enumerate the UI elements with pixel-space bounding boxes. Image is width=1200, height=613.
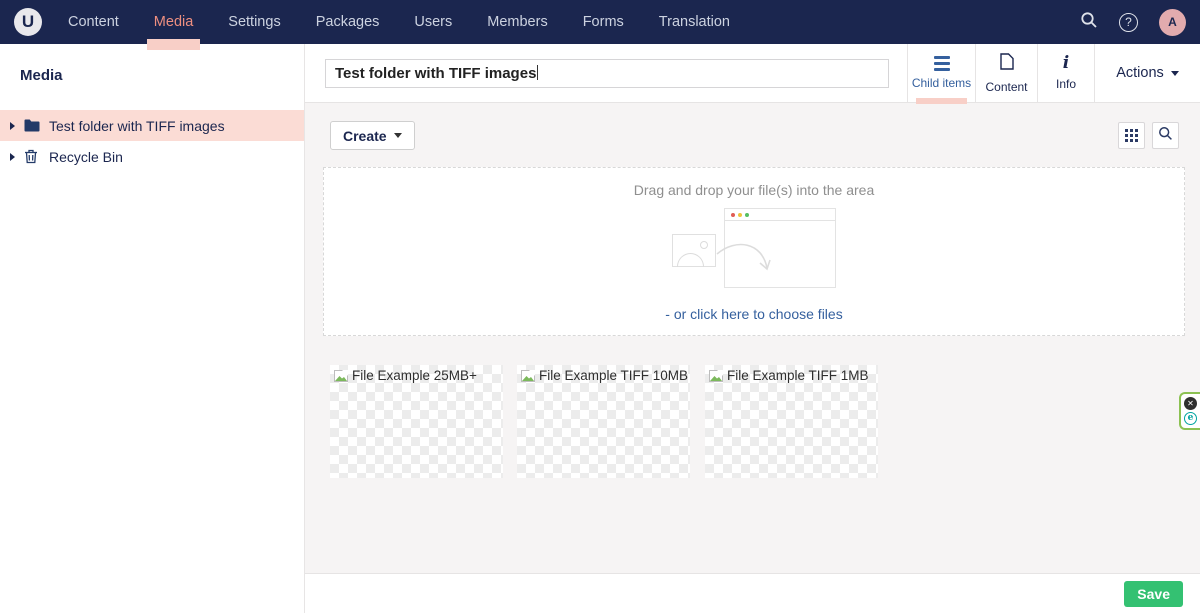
nav-right-tools: ? A [1080,9,1186,36]
media-alt-text: File Example TIFF 1MB [727,368,869,384]
tab-child-items[interactable]: Child items [907,44,975,102]
yellow-dot-icon [738,213,742,217]
text-cursor [537,65,538,80]
tree-item-test-folder[interactable]: Test folder with TIFF images [0,110,304,141]
tab-label: Content [985,80,1027,94]
search-media-button[interactable] [1152,122,1179,149]
grid-icon [1125,129,1139,143]
green-dot-icon [745,213,749,217]
nav-item-members[interactable]: Members [487,0,547,44]
nav-item-content[interactable]: Content [68,0,119,44]
trash-icon [24,149,40,165]
broken-image-icon [520,368,536,389]
nav-item-settings[interactable]: Settings [228,0,280,44]
media-card[interactable]: File Example TIFF 1MB [705,365,878,478]
save-button[interactable]: Save [1124,581,1183,607]
extension-overlay: ✕ e [1179,392,1200,430]
info-icon: i [1063,55,1069,72]
dropzone-title: Drag and drop your file(s) into the area [324,182,1184,198]
media-alt-text: File Example 25MB+ [352,368,477,384]
choose-files-link[interactable]: - or click here to choose files [324,306,1184,322]
media-card[interactable]: File Example 25MB+ [330,365,503,478]
drop-arrow-icon [714,240,780,282]
tree-item-label: Test folder with TIFF images [49,118,225,134]
chevron-down-icon [394,133,402,138]
nav-item-packages[interactable]: Packages [316,0,380,44]
broken-image-icon [333,368,349,389]
help-icon[interactable]: ? [1119,13,1138,32]
grid-view-button[interactable] [1118,122,1145,149]
top-nav: U Content Media Settings Packages Users … [0,0,1200,44]
document-icon [1000,53,1014,75]
tree-item-recycle-bin[interactable]: Recycle Bin [0,141,304,172]
broken-image-icon [708,368,724,389]
expand-caret-icon[interactable] [10,153,15,161]
tab-label: Child items [912,76,971,90]
extension-logo-icon[interactable]: e [1184,412,1197,425]
image-placeholder-graphic [672,234,716,267]
tab-label: Info [1056,77,1076,91]
nav-item-forms[interactable]: Forms [583,0,624,44]
close-icon[interactable]: ✕ [1184,397,1197,410]
dropzone-illustration [672,208,836,294]
tree-item-label: Recycle Bin [49,149,123,165]
file-dropzone[interactable]: Drag and drop your file(s) into the area… [323,167,1185,336]
nav-item-media[interactable]: Media [154,0,194,44]
expand-caret-icon[interactable] [10,122,15,130]
content-header: Test folder with TIFF images Child items… [305,44,1200,103]
search-icon[interactable] [1080,11,1098,34]
search-icon [1158,126,1173,146]
tab-info[interactable]: i Info [1037,44,1095,102]
actions-dropdown[interactable]: Actions [1095,44,1200,102]
sidebar-section-title: Media [20,67,304,84]
chevron-down-icon [1171,71,1179,76]
avatar[interactable]: A [1159,9,1186,36]
media-name-value: Test folder with TIFF images [335,65,536,82]
folder-icon [24,118,40,134]
media-tree: Test folder with TIFF images Recycle Bin [0,110,304,172]
red-dot-icon [731,213,735,217]
content-area: Create Drag and drop your file(s) into t… [305,103,1200,573]
umbraco-logo[interactable]: U [14,8,42,36]
list-icon [934,56,950,71]
editor-tabs: Child items Content i Info [907,44,1095,102]
create-label: Create [343,128,387,144]
media-card[interactable]: File Example TIFF 10MB [517,365,690,478]
nav-item-users[interactable]: Users [414,0,452,44]
media-name-input[interactable]: Test folder with TIFF images [325,59,889,88]
sidebar: Media Test folder with TIFF images [0,44,305,613]
create-button[interactable]: Create [330,121,415,150]
nav-item-translation[interactable]: Translation [659,0,730,44]
actions-label: Actions [1116,65,1164,81]
tab-content[interactable]: Content [975,44,1037,102]
nav-menu: Content Media Settings Packages Users Me… [68,0,730,44]
media-alt-text: File Example TIFF 10MB [539,368,688,384]
editor-footer: Save [305,573,1200,613]
